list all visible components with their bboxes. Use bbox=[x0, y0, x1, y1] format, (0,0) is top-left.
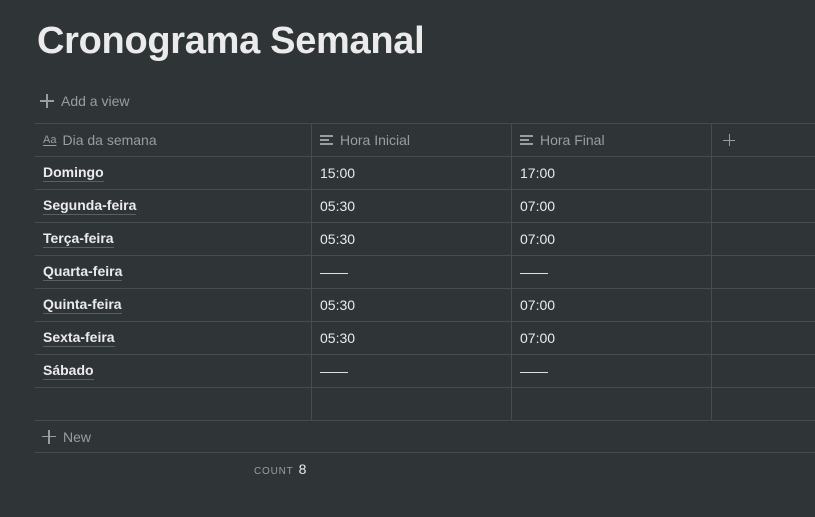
count-label: COUNT bbox=[254, 466, 294, 477]
table-row-empty[interactable] bbox=[35, 388, 815, 421]
empty-cell bbox=[711, 355, 815, 387]
day-cell[interactable]: Quarta-feira bbox=[35, 256, 311, 288]
table-row[interactable]: Quinta-feira 05:30 07:00 bbox=[35, 289, 815, 322]
table-row[interactable]: Domingo 15:00 17:00 bbox=[35, 157, 815, 190]
start-time-cell[interactable]: 05:30 bbox=[311, 322, 511, 354]
new-row-button[interactable]: New bbox=[35, 421, 815, 453]
column-header-dia-da-semana[interactable]: Aa Dia da semana bbox=[35, 124, 311, 156]
title-property-icon: Aa bbox=[43, 134, 57, 146]
column-header-label: Hora Final bbox=[540, 132, 605, 148]
add-property-button[interactable] bbox=[711, 124, 815, 156]
day-cell[interactable]: Sábado bbox=[35, 355, 311, 387]
count-calculation[interactable]: COUNT 8 bbox=[254, 461, 306, 477]
day-name[interactable]: Quinta-feira bbox=[43, 296, 122, 314]
end-time-cell[interactable]: 07:00 bbox=[511, 322, 711, 354]
table-row[interactable]: Sábado —— —— bbox=[35, 355, 815, 388]
table-row[interactable]: Quarta-feira —— —— bbox=[35, 256, 815, 289]
column-header-label: Dia da semana bbox=[62, 132, 157, 148]
empty-cell bbox=[711, 157, 815, 189]
day-cell[interactable]: Segunda-feira bbox=[35, 190, 311, 222]
table-header: Aa Dia da semana Hora Inicial Hora Final bbox=[35, 123, 815, 157]
end-time-cell[interactable]: 07:00 bbox=[511, 289, 711, 321]
end-time-cell[interactable]: 07:00 bbox=[511, 223, 711, 255]
page: Cronograma Semanal Add a view Aa Dia da … bbox=[0, 0, 815, 517]
text-property-icon bbox=[320, 134, 333, 146]
start-time-cell[interactable]: 05:30 bbox=[311, 190, 511, 222]
end-time-cell[interactable]: —— bbox=[511, 355, 711, 387]
table-row[interactable]: Segunda-feira 05:30 07:00 bbox=[35, 190, 815, 223]
day-cell[interactable]: Domingo bbox=[35, 157, 311, 189]
start-time-cell[interactable]: 15:00 bbox=[311, 157, 511, 189]
empty-cell bbox=[711, 289, 815, 321]
day-name[interactable]: Domingo bbox=[43, 164, 104, 182]
start-time-cell[interactable]: 05:30 bbox=[311, 289, 511, 321]
day-name[interactable]: Quarta-feira bbox=[43, 263, 123, 281]
day-name[interactable]: Sexta-feira bbox=[43, 329, 115, 347]
new-row-label: New bbox=[63, 428, 92, 445]
text-property-icon bbox=[520, 134, 533, 146]
empty-cell bbox=[711, 190, 815, 222]
plus-icon bbox=[723, 134, 735, 146]
database-table: Aa Dia da semana Hora Inicial Hora Final bbox=[35, 123, 815, 453]
empty-cell bbox=[711, 388, 815, 420]
start-time-cell[interactable]: —— bbox=[311, 355, 511, 387]
column-header-hora-inicial[interactable]: Hora Inicial bbox=[311, 124, 511, 156]
page-title[interactable]: Cronograma Semanal bbox=[37, 20, 425, 63]
day-cell[interactable] bbox=[35, 388, 311, 420]
day-cell[interactable]: Quinta-feira bbox=[35, 289, 311, 321]
start-time-cell[interactable]: —— bbox=[311, 256, 511, 288]
day-cell[interactable]: Sexta-feira bbox=[35, 322, 311, 354]
plus-icon bbox=[42, 429, 56, 444]
start-time-cell[interactable] bbox=[311, 388, 511, 420]
end-time-cell[interactable]: —— bbox=[511, 256, 711, 288]
column-header-label: Hora Inicial bbox=[340, 132, 411, 148]
start-time-cell[interactable]: 05:30 bbox=[311, 223, 511, 255]
empty-cell bbox=[711, 322, 815, 354]
end-time-cell[interactable] bbox=[511, 388, 711, 420]
day-name[interactable]: Sábado bbox=[43, 362, 94, 380]
add-view-label: Add a view bbox=[61, 93, 130, 109]
count-value: 8 bbox=[298, 461, 307, 477]
day-name[interactable]: Terça-feira bbox=[43, 230, 114, 248]
end-time-cell[interactable]: 17:00 bbox=[511, 157, 711, 189]
empty-cell bbox=[711, 223, 815, 255]
end-time-cell[interactable]: 07:00 bbox=[511, 190, 711, 222]
empty-cell bbox=[711, 256, 815, 288]
table-row[interactable]: Terça-feira 05:30 07:00 bbox=[35, 223, 815, 256]
add-view-button[interactable]: Add a view bbox=[40, 91, 129, 111]
column-header-hora-final[interactable]: Hora Final bbox=[511, 124, 711, 156]
day-cell[interactable]: Terça-feira bbox=[35, 223, 311, 255]
day-name[interactable]: Segunda-feira bbox=[43, 197, 137, 215]
plus-icon bbox=[40, 94, 54, 108]
table-row[interactable]: Sexta-feira 05:30 07:00 bbox=[35, 322, 815, 355]
